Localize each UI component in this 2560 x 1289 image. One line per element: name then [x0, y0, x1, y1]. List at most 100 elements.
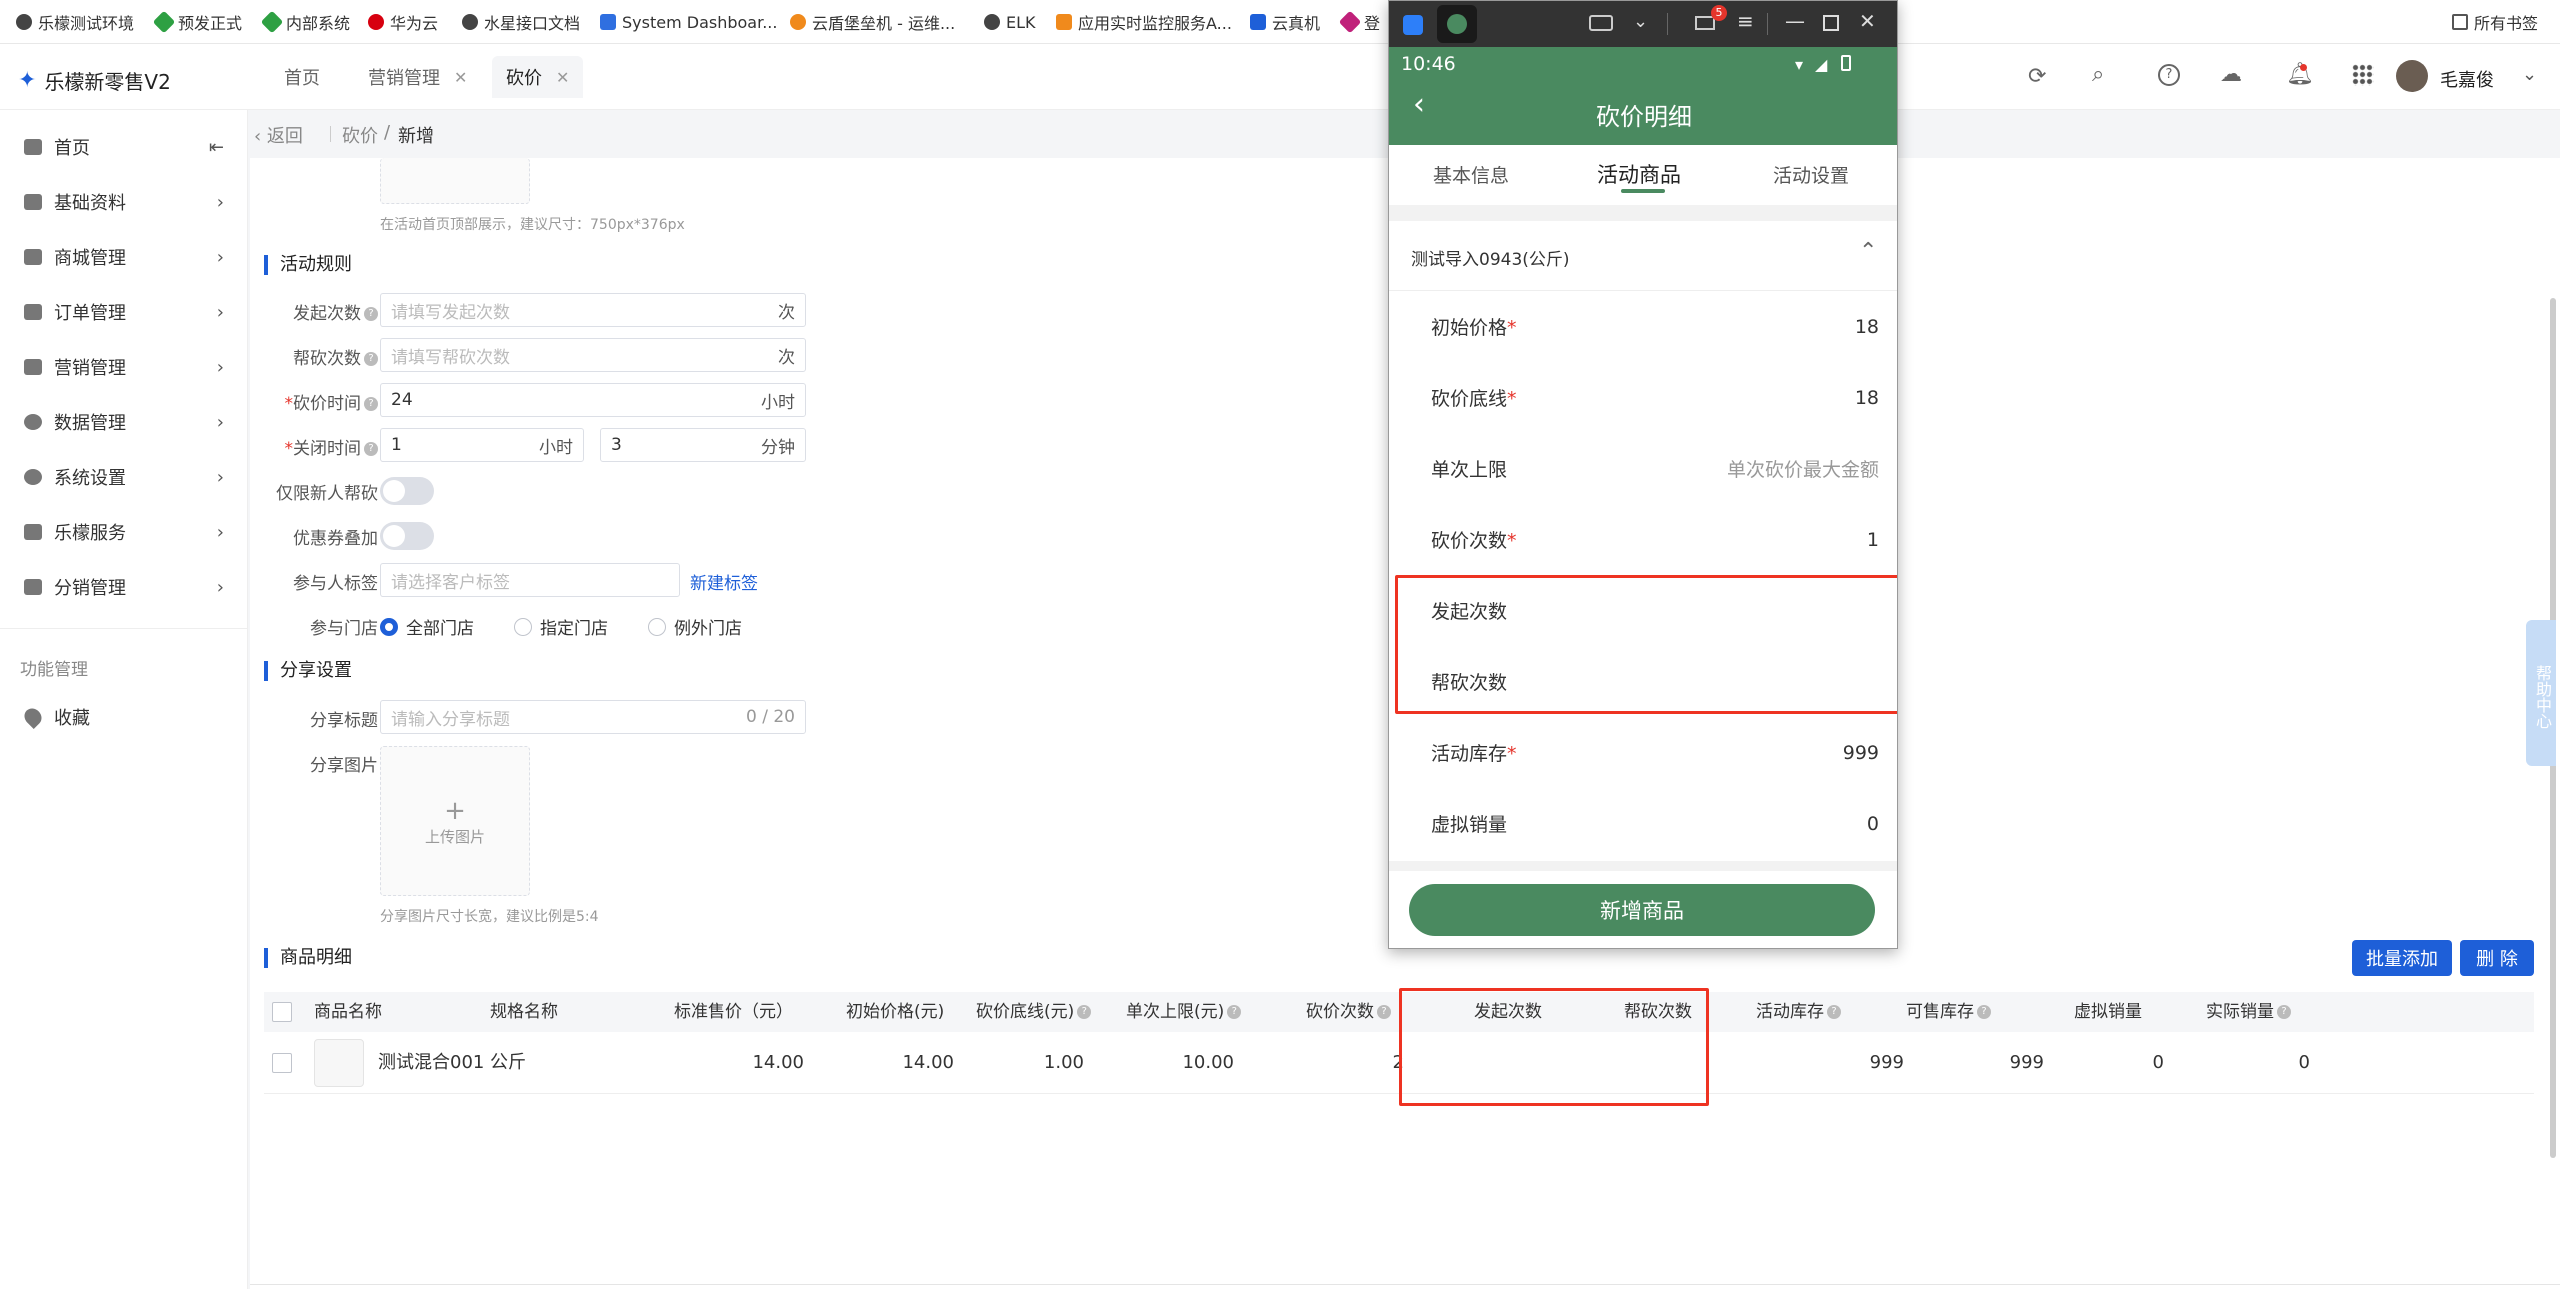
delete-button[interactable]: 删 除 — [2460, 940, 2534, 976]
search-icon[interactable]: ⌕ — [2092, 62, 2104, 87]
bookmark-item[interactable]: 云真机 — [1250, 10, 1320, 34]
bookmark-item[interactable]: 应用实时监控服务A... — [1056, 10, 1232, 34]
keyboard-icon[interactable] — [1589, 15, 1613, 31]
tab-marketing[interactable]: 营销管理 ✕ — [354, 56, 481, 98]
cell-name: 测试混合001 — [378, 1052, 485, 1073]
tab-bargain[interactable]: 砍价 ✕ — [492, 56, 584, 98]
new-only-label: 仅限新人帮砍 — [276, 484, 378, 504]
tab-home[interactable]: 首页 — [270, 56, 334, 98]
help-count-input[interactable]: 请填写帮砍次数次 — [380, 338, 806, 372]
cell-init-price: 14.00 — [902, 1052, 954, 1073]
help-icon[interactable]: ? — [364, 352, 378, 366]
chevron-right-icon: › — [216, 246, 224, 268]
help-icon[interactable]: ? — [1377, 1005, 1391, 1019]
sidebar-item-mall[interactable]: 商城管理 › — [0, 237, 248, 277]
store-radio-specific[interactable]: 指定门店 — [514, 614, 608, 639]
divider — [1389, 861, 1897, 871]
bookmark-item[interactable]: 内部系统 — [260, 10, 350, 34]
batch-add-button[interactable]: 批量添加 — [2352, 940, 2452, 976]
sidebar-item-home[interactable]: 首页 ⇤ — [0, 127, 248, 167]
coupon-toggle[interactable] — [380, 522, 434, 550]
store-radio-exclude[interactable]: 例外门店 — [648, 614, 742, 639]
help-icon[interactable]: ? — [2158, 64, 2180, 86]
download-icon[interactable]: ☁ — [2220, 62, 2242, 87]
chevron-up-icon[interactable]: ⌃ — [1859, 239, 1877, 264]
help-icon[interactable]: ? — [364, 307, 378, 321]
banner-upload[interactable] — [380, 158, 530, 204]
help-count-label: 帮砍次数? — [260, 344, 378, 369]
phone-row-single-limit[interactable]: 单次上限 单次砍价最大金额 — [1389, 433, 1897, 504]
phone-row-virtual-sales[interactable]: 虚拟销量 0 — [1389, 788, 1897, 859]
close-icon[interactable]: ✕ — [556, 68, 569, 87]
all-bookmarks[interactable]: 所有书签 — [2452, 10, 2538, 34]
refresh-icon[interactable]: ⟳ — [2028, 64, 2046, 89]
sidebar-item-service[interactable]: 乐檬服务 › — [0, 512, 248, 552]
minimize-icon[interactable]: — — [1785, 9, 1805, 33]
store-radio-all[interactable]: 全部门店 — [380, 614, 474, 639]
bookmark-item[interactable]: 预发正式 — [152, 10, 242, 34]
close-icon[interactable]: ✕ — [454, 68, 467, 87]
bookmark-item[interactable]: ELK — [984, 10, 1036, 34]
cell-virtual-sales: 0 — [2152, 1052, 2164, 1073]
avatar[interactable] — [2396, 60, 2428, 92]
help-icon[interactable]: ? — [1227, 1005, 1242, 1019]
breadcrumb-bargain[interactable]: 砍价 — [342, 122, 378, 148]
row-checkbox[interactable] — [272, 1053, 292, 1073]
collapse-icon[interactable]: ⇤ — [209, 137, 224, 158]
close-hours-input[interactable]: 1 小时 — [380, 428, 584, 462]
bookmark-item[interactable]: System Dashboar... — [600, 10, 777, 34]
active-tab[interactable] — [1437, 5, 1477, 43]
phone-row-stock[interactable]: 活动库存* 999 — [1389, 717, 1897, 788]
sidebar-item-settings[interactable]: 系统设置 › — [0, 457, 248, 497]
app-logo[interactable]: ✦ 乐檬新零售V2 — [18, 66, 171, 95]
sidebar-item-favorites[interactable]: 收藏 — [0, 697, 248, 737]
tab-activity-products[interactable]: 活动商品 — [1597, 159, 1681, 189]
tab-basic-info[interactable]: 基本信息 — [1433, 161, 1509, 188]
help-icon[interactable]: ? — [1077, 1005, 1092, 1019]
bookmark-item[interactable]: 水星接口文档 — [462, 10, 580, 34]
back-link[interactable]: ‹ 返回 — [254, 122, 303, 148]
initiate-count-input[interactable]: 请填写发起次数次 — [380, 293, 806, 327]
sidebar-item-data[interactable]: 数据管理 › — [0, 402, 248, 442]
chevron-down-icon[interactable]: ⌄ — [2522, 64, 2537, 85]
close-minutes-input[interactable]: 3 分钟 — [600, 428, 806, 462]
product-group-header[interactable]: 测试导入0943(公斤) ⌃ — [1389, 221, 1897, 291]
phone-row-floor[interactable]: 砍价底线* 18 — [1389, 362, 1897, 433]
share-image-upload[interactable]: + 上传图片 — [380, 746, 530, 896]
help-icon[interactable]: ? — [1827, 1005, 1841, 1019]
pie-icon — [24, 414, 42, 430]
help-center-tab[interactable]: 帮助中心 — [2526, 620, 2556, 766]
cell-single-limit: 10.00 — [1182, 1052, 1234, 1073]
user-name[interactable]: 毛嘉俊 — [2440, 66, 2494, 92]
menu-icon[interactable]: ≡ — [1737, 9, 1754, 33]
phone-row-times[interactable]: 砍价次数* 1 — [1389, 504, 1897, 575]
sidebar-item-basic[interactable]: 基础资料 › — [0, 182, 248, 222]
chevron-right-icon: › — [216, 191, 224, 213]
help-icon[interactable]: ? — [364, 397, 378, 411]
customer-tag-select[interactable]: 请选择客户标签 — [380, 563, 680, 597]
product-group-title: 测试导入0943(公斤) — [1411, 250, 1570, 270]
help-icon[interactable]: ? — [364, 442, 378, 456]
new-only-toggle[interactable] — [380, 477, 434, 505]
select-all-checkbox[interactable] — [272, 1002, 292, 1022]
sidebar-item-distribution[interactable]: 分销管理 › — [0, 567, 248, 607]
new-tag-link[interactable]: 新建标签 — [690, 569, 758, 594]
bookmark-item[interactable]: 乐檬测试环境 — [16, 10, 134, 34]
close-icon[interactable]: ✕ — [1859, 9, 1876, 33]
logo-icon: ✦ — [18, 68, 37, 93]
bookmark-item[interactable]: 华为云 — [368, 10, 438, 34]
sidebar-item-orders[interactable]: 订单管理 › — [0, 292, 248, 332]
maximize-icon[interactable] — [1823, 15, 1839, 31]
help-icon[interactable]: ? — [2277, 1005, 2291, 1019]
help-icon[interactable]: ? — [1977, 1005, 1991, 1019]
bookmark-item[interactable]: 登 — [1338, 10, 1380, 34]
bookmark-item[interactable]: 云盾堡垒机 - 运维... — [790, 10, 955, 34]
sidebar-item-marketing[interactable]: 营销管理 › — [0, 347, 248, 387]
apps-grid-icon[interactable] — [2352, 64, 2374, 86]
phone-row-init-price[interactable]: 初始价格* 18 — [1389, 291, 1897, 362]
tab-activity-settings[interactable]: 活动设置 — [1773, 161, 1849, 188]
chevron-down-icon[interactable]: ⌄ — [1633, 11, 1648, 32]
add-product-button[interactable]: 新增商品 — [1409, 884, 1875, 936]
bargain-time-input[interactable]: 24 小时 — [380, 383, 806, 417]
share-title-input[interactable]: 请输入分享标题 0 / 20 — [380, 700, 806, 734]
